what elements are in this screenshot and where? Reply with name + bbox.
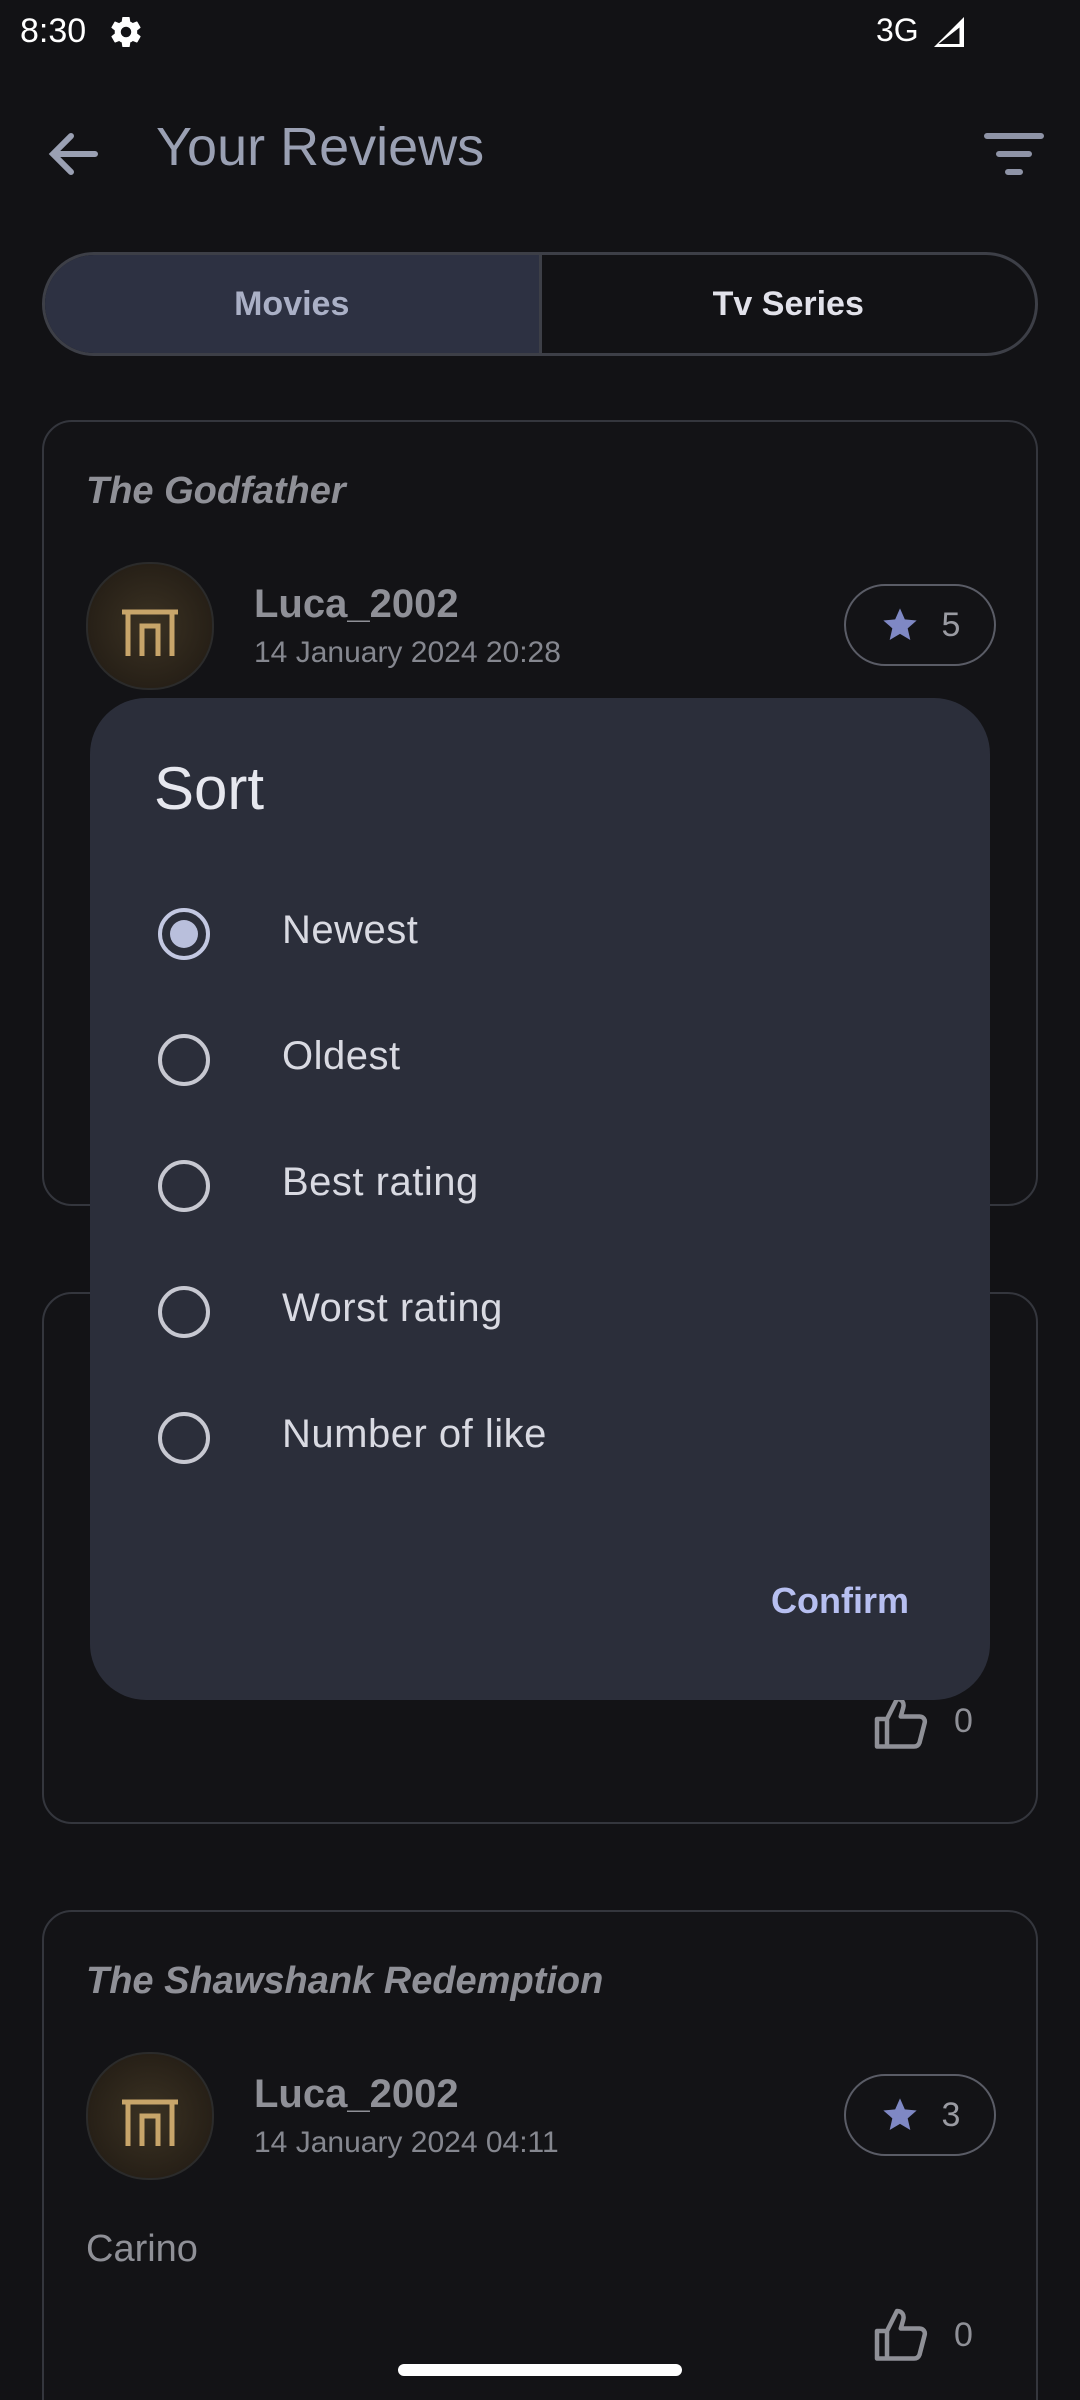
radio-button[interactable] [158, 1034, 210, 1086]
sort-option-oldest[interactable]: Oldest [90, 1006, 990, 1116]
sort-option-worst-rating[interactable]: Worst rating [90, 1258, 990, 1368]
radio-button[interactable] [158, 908, 210, 960]
sort-dialog: Sort Newest Oldest Best rating Worst rat… [90, 698, 990, 1700]
confirm-button[interactable]: Confirm [730, 1568, 950, 1634]
gesture-navigation-bar[interactable] [398, 2364, 682, 2376]
radio-button[interactable] [158, 1160, 210, 1212]
dialog-title: Sort [154, 755, 265, 822]
sort-option-number-of-like[interactable]: Number of like [90, 1384, 990, 1494]
option-label: Newest [282, 908, 419, 952]
radio-button[interactable] [158, 1286, 210, 1338]
option-label: Oldest [282, 1034, 401, 1078]
sort-option-best-rating[interactable]: Best rating [90, 1132, 990, 1242]
option-label: Worst rating [282, 1286, 503, 1330]
option-label: Best rating [282, 1160, 479, 1204]
screen: 8:30 3G Your Reviews Movies Tv Series Th… [0, 0, 1080, 2400]
option-label: Number of like [282, 1412, 547, 1456]
radio-button[interactable] [158, 1412, 210, 1464]
sort-option-newest[interactable]: Newest [90, 880, 990, 990]
